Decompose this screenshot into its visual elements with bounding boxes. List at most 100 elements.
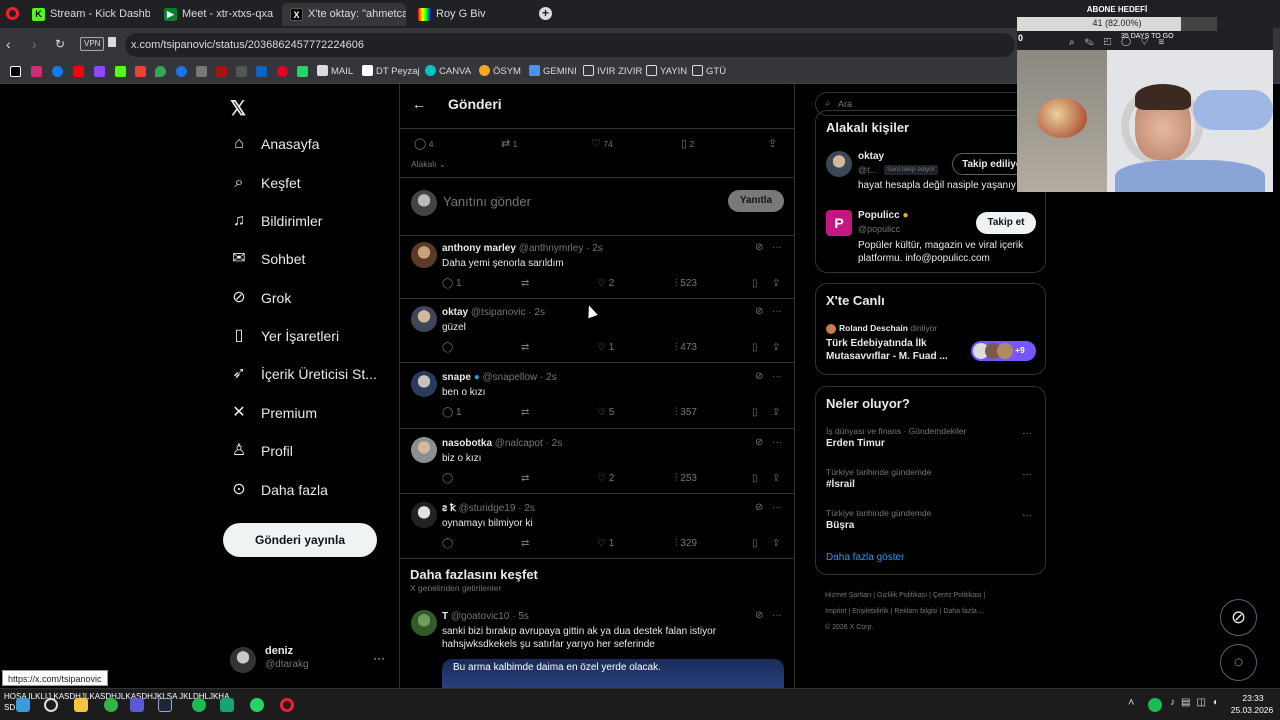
app-green-icon[interactable] (104, 698, 118, 712)
app-blue-icon[interactable] (130, 698, 144, 712)
like-action[interactable]: ♡ 2 (597, 278, 614, 290)
post-button[interactable]: Gönderi yayınla (223, 523, 377, 557)
post-media[interactable]: Bu arma kalbimde daima en özel yerde ola… (442, 659, 784, 688)
repost-icon[interactable]: ⇄ (521, 342, 529, 354)
bookmark-icon[interactable]: ▯ (752, 538, 758, 550)
bookmark-icon[interactable]: ▯ (752, 342, 758, 354)
search-icon[interactable] (44, 698, 58, 712)
bookmark-osym[interactable]: ÖSYM (479, 65, 521, 79)
sidebar-item-grok[interactable]: ⊘ Grok (230, 283, 291, 313)
pinterest-bookmark-icon[interactable] (277, 66, 288, 77)
youtube-bookmark-icon[interactable] (73, 66, 84, 77)
app-teal-icon[interactable] (220, 698, 234, 712)
sidebar-item-explore[interactable]: ⌕ Keşfet (230, 168, 301, 198)
tab-roy-g-biv[interactable]: Roy G Biv (410, 3, 532, 26)
share-icon[interactable]: ⇪ (772, 538, 780, 550)
new-tab-button[interactable]: + (539, 7, 552, 20)
trend-item[interactable]: Türkiye tarihinde gündemde Büşra ··· (826, 508, 1038, 542)
grok-icon[interactable]: ⊘ (755, 242, 763, 254)
clock-date[interactable]: 25.03.2026 (1226, 705, 1278, 715)
reply-action[interactable]: ◯ (442, 473, 453, 485)
grok-icon[interactable]: ⊘ (755, 371, 763, 383)
person-row[interactable]: oktay @t... Seni takip ediyor hayat hesa… (826, 149, 1036, 199)
reply-action[interactable]: ◯ 1 (442, 278, 462, 290)
tray-icons[interactable]: ♪▤◫◖ (1170, 697, 1224, 708)
back-arrow-icon[interactable]: ← (412, 96, 426, 112)
reply-item[interactable]: snape ● @snapellow · 2s ben o kızı ⊘ ···… (400, 365, 794, 430)
footer-link[interactable]: Çerez Politikası (933, 592, 982, 599)
tray-chevron-icon[interactable]: ˄ (1128, 697, 1134, 709)
tab-meet[interactable]: ▶ Meet - xtr-xtxs-qxa (156, 3, 276, 26)
opera-logo-icon[interactable] (6, 7, 19, 20)
more-icon[interactable]: ··· (772, 371, 782, 383)
reply-item[interactable]: anthony marley @anthnymrley · 2s Daha ye… (400, 236, 794, 301)
link-bookmark-icon[interactable] (196, 66, 207, 77)
trend-item[interactable]: İş dünyası ve finans · Gündemdekiler Erd… (826, 426, 1038, 460)
more-icon[interactable]: ··· (772, 306, 782, 318)
views-action[interactable]: ⫶ 329 (675, 538, 697, 550)
trend-item[interactable]: Türkiye tarihinde gündemde #İsrail ··· (826, 467, 1038, 501)
steam-icon[interactable] (158, 698, 172, 712)
bookmark-folder-yayin[interactable]: YAYIN (646, 65, 687, 79)
views-action[interactable]: ⫶ 357 (675, 407, 697, 419)
messages-float-button[interactable]: ◌ (1220, 644, 1257, 681)
sidebar-item-premium[interactable]: ✕ Premium (230, 398, 317, 428)
views-action[interactable]: ⫶ 523 (675, 278, 697, 290)
bookmark-dt-peyzaj[interactable]: DT Peyzaj (362, 65, 420, 79)
more-icon[interactable]: ··· (772, 610, 782, 622)
live-space[interactable]: Roland Deschain dinliyor Türk Edebiyatın… (826, 322, 1038, 368)
footer-link[interactable]: Reklam bilgisi (894, 608, 937, 615)
sort-dropdown[interactable]: Alakalı ⌄ (411, 158, 446, 170)
sidebar-item-creator-studio[interactable]: ➶ İçerik Üreticisi St... (230, 359, 377, 389)
x-bookmark-icon[interactable] (10, 66, 21, 77)
sidebar-item-notifications[interactable]: ♫ Bildirimler (230, 206, 322, 236)
maps-bookmark-icon[interactable] (155, 66, 166, 77)
reply-item[interactable]: oktay @tsipanovic · 2s güzel ⊘ ··· ◯ ⇄ ♡… (400, 300, 794, 365)
bookmark-mail[interactable]: MAIL (317, 65, 353, 79)
listener-avatars[interactable]: +9 (971, 341, 1036, 361)
sidebar-item-more[interactable]: ⊙ Daha fazla (230, 475, 328, 505)
footer-link[interactable]: Imprint (825, 608, 846, 615)
repost-icon[interactable]: ⇄ (521, 473, 529, 485)
more-icon[interactable]: ··· (373, 651, 385, 665)
gmail-bookmark-icon[interactable] (135, 66, 146, 77)
repost-icon[interactable]: ⇄ (521, 407, 529, 419)
bookmark-icon-gray[interactable] (236, 66, 247, 77)
bookmark-icon-red[interactable] (216, 66, 227, 77)
reply-input[interactable]: Yanıtını gönder (443, 194, 531, 209)
spotify-icon[interactable] (192, 698, 206, 712)
post-bookmarks-stat[interactable]: ▯ 2 (681, 138, 694, 150)
follow-button[interactable]: Takip et (976, 212, 1036, 234)
repost-icon[interactable]: ⇄ (521, 538, 529, 550)
facebook-bookmark-icon[interactable] (52, 66, 63, 77)
file-explorer-icon[interactable] (74, 698, 88, 712)
bookmark-icon[interactable]: ▯ (752, 407, 758, 419)
views-action[interactable]: ⫶ 253 (675, 473, 697, 485)
reload-icon[interactable]: ↻ (55, 37, 65, 51)
grok-icon[interactable]: ⊘ (755, 306, 763, 318)
bookmark-icon[interactable]: ▯ (752, 278, 758, 290)
sidebar-item-profile[interactable]: ♙ Profil (230, 436, 293, 466)
grok-icon[interactable]: ⊘ (755, 502, 763, 514)
more-icon[interactable]: ··· (1022, 510, 1032, 521)
reply-action[interactable]: ◯ (442, 538, 453, 550)
more-icon[interactable]: ··· (1022, 469, 1032, 480)
grok-icon[interactable]: ⊘ (755, 610, 763, 622)
tab-kick[interactable]: K Stream - Kick Dashboard (24, 3, 150, 26)
like-action[interactable]: ♡ 5 (597, 407, 614, 419)
bookmark-canva[interactable]: CANVA (425, 65, 471, 79)
like-action[interactable]: ♡ 1 (597, 342, 614, 354)
more-icon[interactable]: ··· (772, 242, 782, 254)
more-icon[interactable]: ··· (772, 437, 782, 449)
clock-time[interactable]: 23:33 (1228, 693, 1278, 703)
more-icon[interactable]: ··· (772, 502, 782, 514)
footer-link[interactable]: Daha fazla ... (943, 608, 984, 615)
kick-bookmark-icon[interactable] (115, 66, 126, 77)
bookmark-folder-ivir-zivir[interactable]: IVIR ZIVIR (583, 65, 642, 79)
like-action[interactable]: ♡ 1 (597, 538, 614, 550)
person-row[interactable]: P Populicc ● @populicc Popüler kültür, m… (826, 208, 1036, 268)
sidebar-item-messages[interactable]: ✉ Sohbet (230, 244, 305, 274)
dollar-bookmark-icon[interactable] (176, 66, 187, 77)
whatsapp-icon[interactable] (250, 698, 264, 712)
reply-action[interactable]: ◯ (442, 342, 453, 354)
